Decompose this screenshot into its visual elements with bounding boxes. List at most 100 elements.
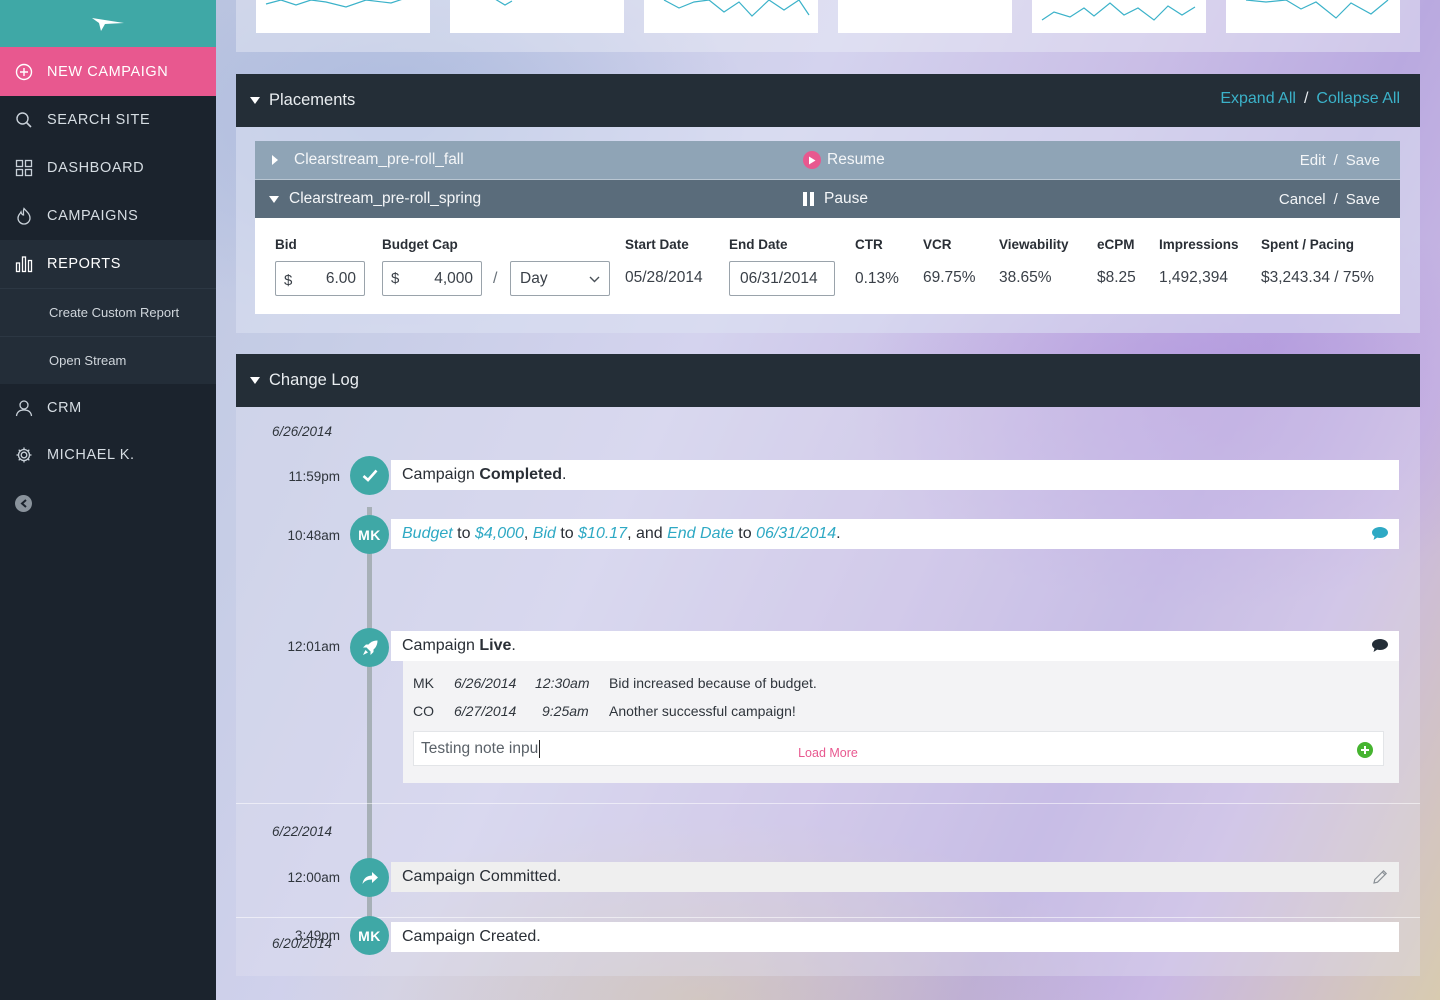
field-value: $4,000 — [474, 525, 524, 542]
spent-pacing-value: $3,243.34 / 75% — [1261, 269, 1374, 286]
paper-plane-logo-icon — [92, 17, 124, 31]
notes-panel: MK 6/26/2014 12:30am Bid increased becau… — [403, 661, 1399, 783]
gear-icon — [15, 446, 33, 464]
separator: / — [1333, 190, 1338, 208]
plus-circle-icon — [15, 63, 33, 81]
load-more-button[interactable]: Load More — [768, 741, 888, 764]
placement-row[interactable]: Clearstream_pre-roll_fall Resume Edit / Sa… — [255, 141, 1400, 179]
nav-user-michael[interactable]: MICHAEL K. — [0, 431, 216, 478]
check-icon — [350, 456, 389, 495]
note-input[interactable]: Testing note inpu — [413, 731, 1384, 766]
grid-icon — [15, 159, 33, 177]
end-date-label: End Date — [729, 237, 788, 252]
save-link[interactable]: Save — [1346, 191, 1380, 208]
field-name: Budget — [402, 525, 453, 542]
note-text: Another successful campaign! — [609, 703, 796, 719]
log-date: 6/22/2014 — [272, 824, 333, 839]
logo-bar[interactable] — [0, 0, 216, 47]
add-note-button[interactable] — [1357, 742, 1373, 758]
collapse-all-link[interactable]: Collapse All — [1316, 90, 1400, 107]
entry-status: Completed — [479, 466, 563, 483]
budget-cap-label: Budget Cap — [382, 237, 458, 252]
sparkline-card[interactable] — [1226, 0, 1400, 33]
nav-search-site[interactable]: SEARCH SITE — [0, 96, 216, 144]
sparkline — [1041, 2, 1196, 21]
flame-icon — [15, 207, 33, 225]
pencil-icon[interactable] — [1371, 868, 1389, 886]
entry-text: to — [733, 525, 757, 542]
entry-text: to — [452, 525, 475, 542]
placements-panel: Placements Expand All / Collapse All Clear… — [236, 74, 1420, 333]
sparkline — [495, 0, 513, 6]
caret-right-icon[interactable] — [272, 155, 278, 165]
pause-icon — [803, 192, 814, 206]
placement-name: Clearstream_pre-roll_spring — [289, 190, 482, 207]
placement-row[interactable]: Clearstream_pre-roll_spring Pause Cancel… — [255, 179, 1400, 218]
sparkline — [663, 0, 810, 17]
collapse-sidebar-button[interactable] — [15, 495, 32, 512]
nav-crm[interactable]: CRM — [0, 384, 216, 431]
sparkline-card[interactable] — [1032, 0, 1206, 33]
nav-label: DASHBOARD — [47, 160, 145, 176]
caret-down-icon — [250, 97, 260, 104]
nav-dashboard[interactable]: DASHBOARD — [0, 144, 216, 192]
row-actions: Cancel / Save — [1279, 191, 1380, 208]
save-link[interactable]: Save — [1346, 152, 1380, 169]
row-actions: Edit / Save — [1300, 152, 1380, 169]
sparkline-card[interactable] — [838, 0, 1012, 33]
new-campaign-button[interactable]: NEW CAMPAIGN — [0, 47, 216, 96]
cancel-link[interactable]: Cancel — [1279, 191, 1326, 208]
start-date-value: 05/28/2014 — [625, 269, 703, 286]
currency-symbol: $ — [391, 270, 400, 287]
entry-status: Live — [479, 637, 512, 654]
field-name: End Date — [667, 525, 734, 542]
sparkline-card[interactable] — [644, 0, 818, 33]
log-entry-live: Campaign Live. — [391, 631, 1399, 661]
end-date-input[interactable]: 06/31/2014 — [729, 261, 835, 296]
ctr-label: CTR — [855, 237, 883, 252]
change-log-header[interactable]: Change Log — [236, 354, 1420, 407]
caret-down-icon[interactable] — [269, 195, 279, 203]
nav-reports[interactable]: REPORTS — [0, 240, 216, 288]
sparkline-card[interactable] — [256, 0, 430, 33]
budget-cap-input[interactable]: $ 4,000 — [382, 261, 482, 296]
log-entry-created: Campaign Created. — [391, 922, 1399, 952]
nav-label: MICHAEL K. — [47, 446, 135, 463]
ecpm-value: $8.25 — [1097, 269, 1136, 286]
sparkline — [265, 0, 402, 8]
note-time: 12:30am — [535, 675, 590, 691]
comment-icon[interactable] — [1371, 526, 1389, 541]
entry-text: Campaign Committed. — [402, 868, 562, 885]
bid-input[interactable]: $ 6.00 — [275, 261, 365, 296]
entry-text: . — [836, 525, 841, 542]
log-date: 6/26/2014 — [272, 424, 333, 439]
edit-link[interactable]: Edit — [1300, 152, 1326, 169]
period-select[interactable]: Day — [510, 261, 610, 296]
bid-value: 6.00 — [325, 269, 356, 287]
expand-all-link[interactable]: Expand All — [1220, 90, 1296, 107]
panel-title: Change Log — [269, 371, 359, 389]
sidebar: NEW CAMPAIGN SEARCH SITE DASHBOARD CAMPA… — [0, 0, 216, 1000]
nav-campaigns[interactable]: CAMPAIGNS — [0, 192, 216, 240]
avatar: MK — [350, 916, 389, 955]
nav-open-stream[interactable]: Open Stream — [0, 336, 216, 384]
placement-detail: Bid Budget Cap Start Date End Date CTR V… — [255, 218, 1400, 314]
caret-down-icon — [250, 377, 260, 384]
log-entry-budget-change: Budget to $4,000, Bid to $10.17, and End… — [391, 519, 1399, 549]
expand-collapse-links: Expand All / Collapse All — [1220, 90, 1400, 108]
note-input-value: Testing note inpu — [421, 739, 539, 757]
entry-text: . — [562, 466, 567, 483]
entry-text: Campaign — [402, 637, 480, 654]
nav-create-custom-report[interactable]: Create Custom Report — [0, 288, 216, 336]
placements-header[interactable]: Placements Expand All / Collapse All — [236, 74, 1420, 127]
viewability-label: Viewability — [999, 237, 1069, 252]
viewability-value: 38.65% — [999, 269, 1052, 286]
plus-icon — [1361, 746, 1369, 754]
placement-name: Clearstream_pre-roll_fall — [294, 151, 464, 168]
resume-button[interactable]: Resume — [803, 151, 885, 169]
sparkline-card[interactable] — [450, 0, 624, 33]
entry-text: , — [523, 525, 533, 542]
pause-button[interactable]: Pause — [803, 190, 868, 208]
comment-icon[interactable] — [1371, 638, 1389, 653]
bid-label: Bid — [275, 237, 297, 252]
